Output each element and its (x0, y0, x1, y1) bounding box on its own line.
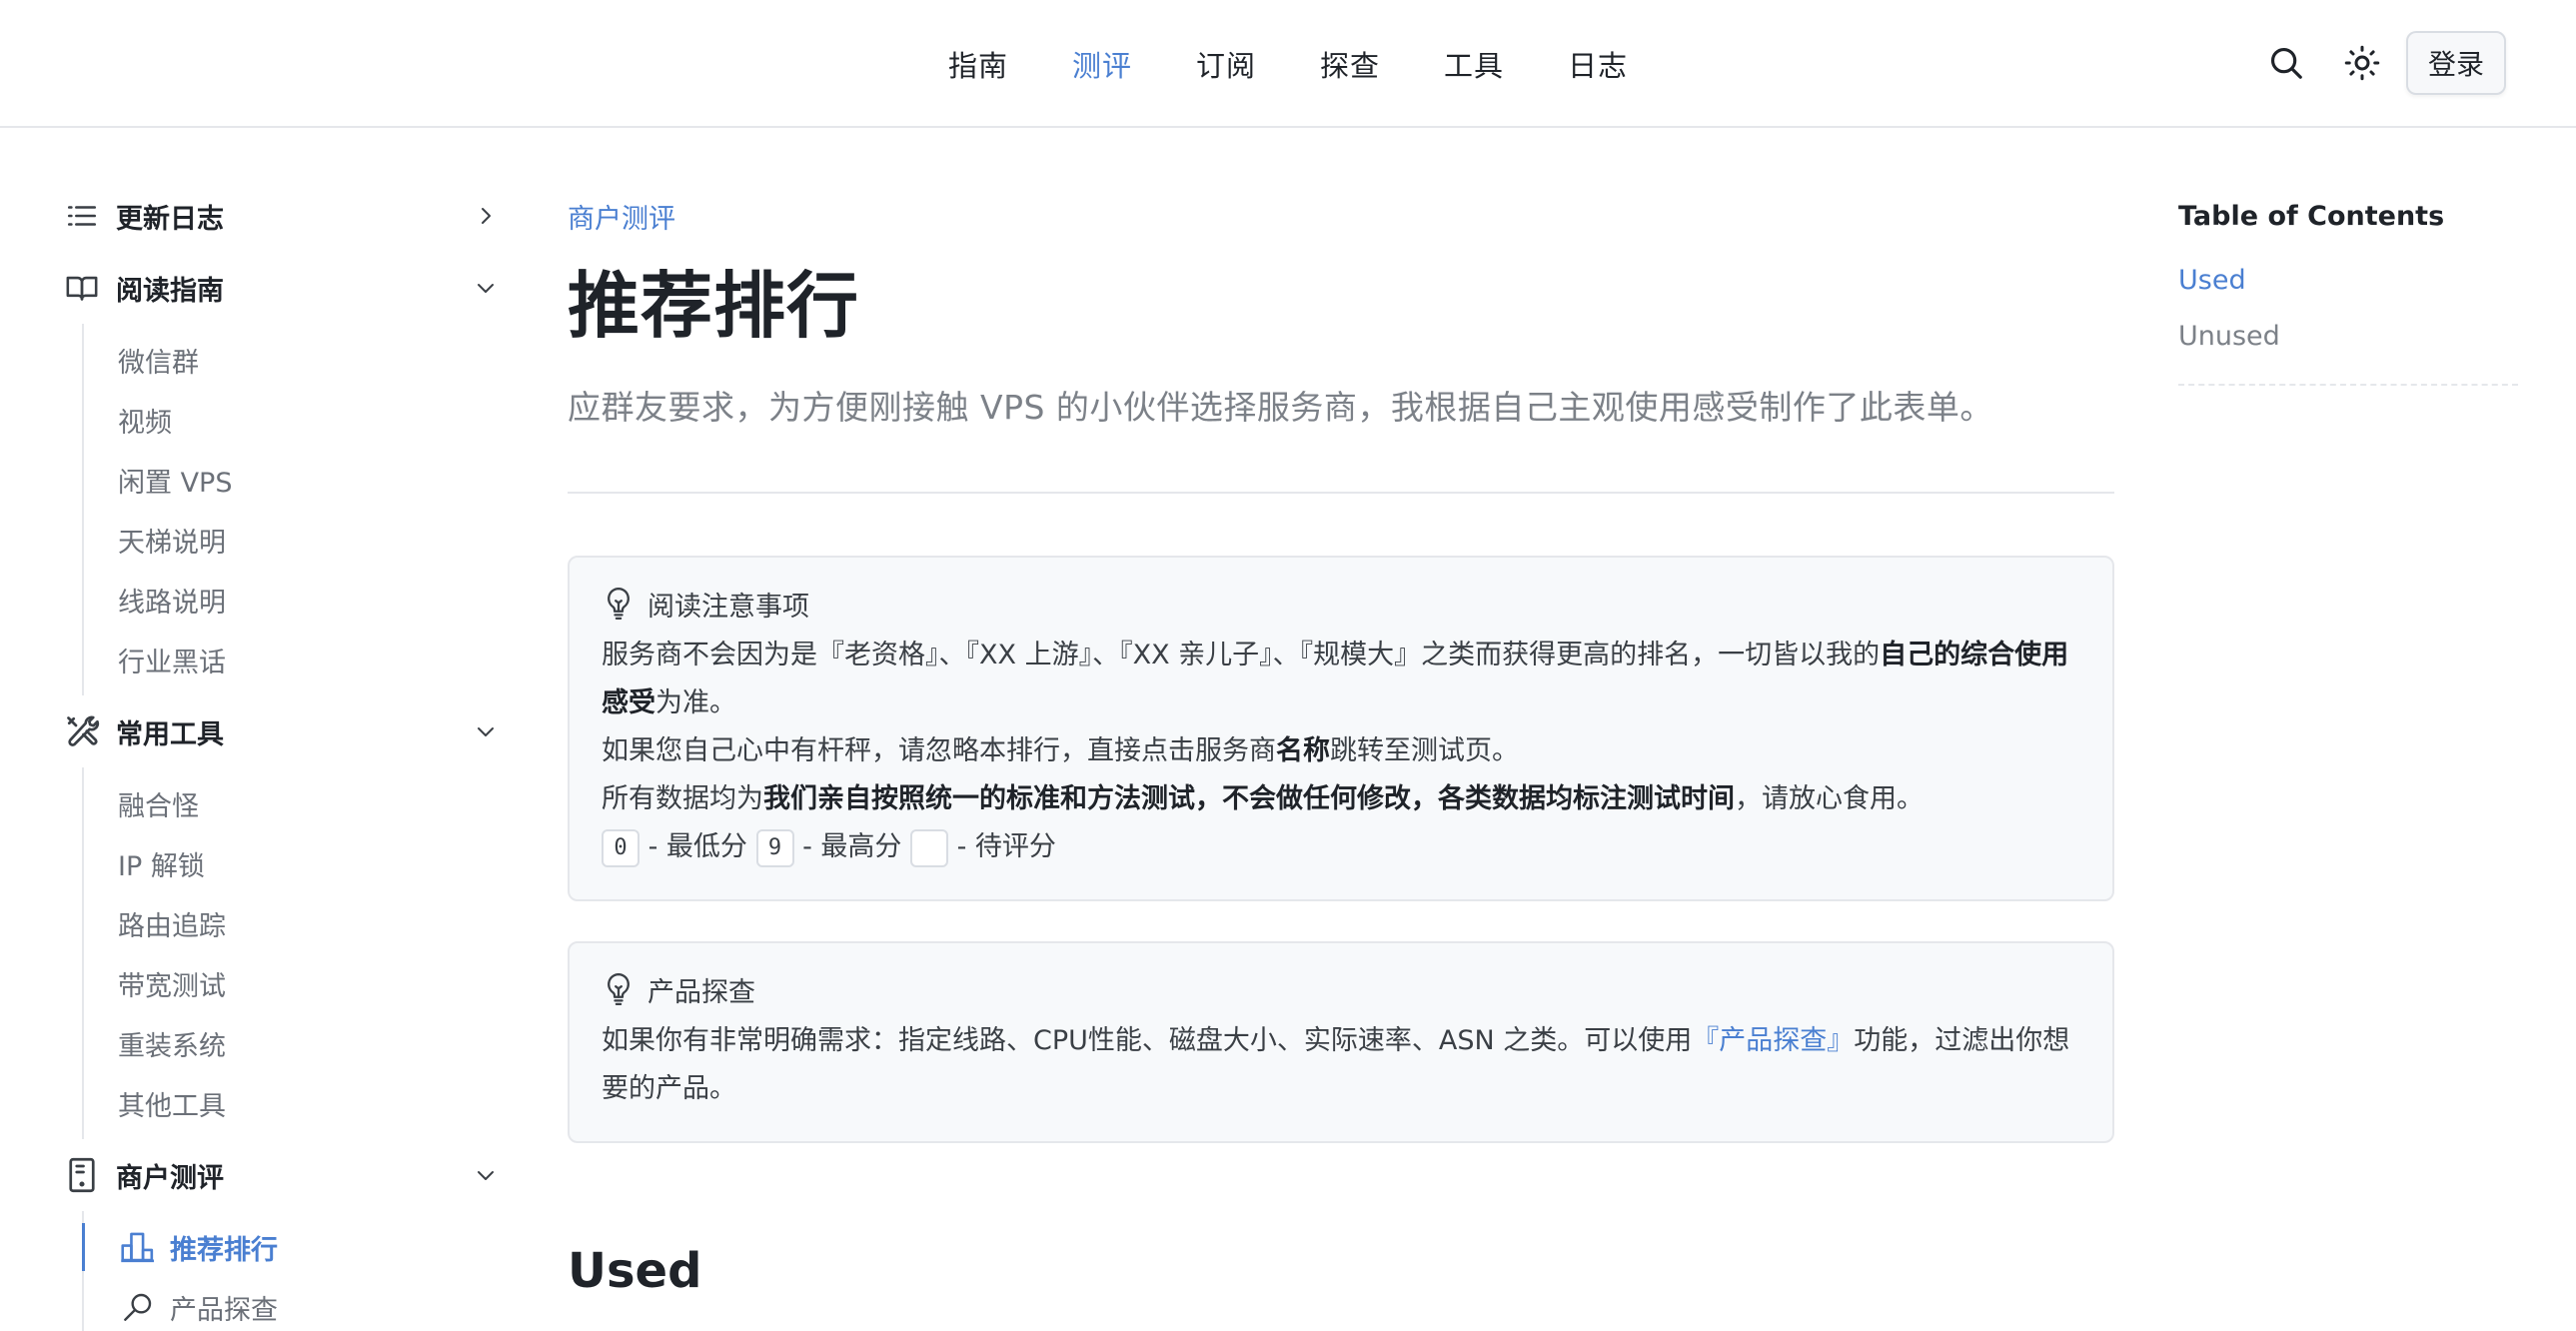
toc-divider (2178, 384, 2518, 386)
divider (568, 492, 2114, 494)
magnifier-icon (118, 1287, 158, 1327)
sidebar-section-label: 商户测评 (116, 1162, 224, 1194)
text-run: 为准。 (655, 687, 736, 718)
sidebar-item-idle-vps[interactable]: 闲置 VPS (84, 450, 502, 510)
callout-paragraph: 如果你有非常明确需求：指定线路、CPU性能、磁盘大小、实际速率、ASN 之类。可… (602, 1017, 2080, 1113)
sidebar-item-reinstall[interactable]: 重装系统 (84, 1013, 502, 1073)
callout-paragraph: 所有数据均为我们亲自按照统一的标准和方法测试，不会做任何修改，各类数据均标注测试… (602, 775, 2080, 823)
text-run: 如果你有非常明确需求：指定线路、CPU性能、磁盘大小、实际速率、ASN 之类。可… (602, 1025, 1693, 1056)
callout-title: 阅读注意事项 (602, 584, 2080, 624)
text-run: 如果您自己心中有杆秤，请忽略本排行，直接点击服务商 (602, 735, 1276, 766)
server-icon (62, 1155, 102, 1195)
callout-paragraph: 如果您自己心中有杆秤，请忽略本排行，直接点击服务商名称跳转至测试页。 (602, 727, 2080, 775)
breadcrumb[interactable]: 商户测评 (568, 180, 2114, 252)
sidebar-item-other-tools[interactable]: 其他工具 (84, 1073, 502, 1133)
tools-icon (62, 711, 102, 751)
toc-item-used[interactable]: Used (2178, 252, 2518, 308)
login-button[interactable]: 登录 (2405, 31, 2506, 95)
list-icon (62, 196, 102, 236)
sidebar-item-ip-unlock[interactable]: IP 解锁 (84, 833, 502, 893)
chevron-down-icon[interactable] (470, 272, 502, 304)
chevron-down-icon[interactable] (470, 1159, 502, 1191)
score-min-label: - 最低分 (640, 831, 756, 862)
callout-title-text: 阅读注意事项 (647, 591, 809, 623)
callout-title: 产品探查 (602, 969, 2080, 1009)
text-run: ，请放心食用。 (1735, 783, 1924, 814)
sidebar-item-fusion[interactable]: 融合怪 (84, 773, 502, 833)
lightbulb-icon (602, 585, 636, 623)
main-nav: 指南 测评 订阅 探查 工具 日志 (0, 0, 2576, 128)
nav-item-tools[interactable]: 工具 (1444, 43, 1504, 85)
score-pending-badge (910, 828, 948, 867)
text-run: 所有数据均为 (602, 783, 763, 814)
callout-title-text: 产品探查 (647, 976, 755, 1008)
score-pending-label: - 待评分 (948, 831, 1056, 862)
sidebar-item-jargon[interactable]: 行业黑话 (84, 630, 502, 689)
sidebar-item-label: 推荐排行 (170, 1234, 278, 1266)
nav-item-explore[interactable]: 探查 (1320, 43, 1380, 85)
main-content: 商户测评 推荐排行 应群友要求，为方便刚接触 VPS 的小伙伴选择服务商，我根据… (568, 180, 2114, 1303)
score-legend: 0 - 最低分 9 - 最高分 - 待评分 (602, 823, 2080, 871)
sidebar-section-changelog[interactable]: 更新日志 (62, 180, 502, 252)
score-min-badge: 0 (602, 828, 640, 867)
header-tools: 登录 (2254, 31, 2506, 95)
page-title: 推荐排行 (568, 264, 860, 348)
lightbulb-icon (602, 970, 636, 1008)
book-icon (62, 268, 102, 308)
chevron-right-icon[interactable] (470, 200, 502, 232)
score-max-label: - 最高分 (793, 831, 910, 862)
sidebar-item-bandwidth[interactable]: 带宽测试 (84, 953, 502, 1013)
sidebar-section-merchant-review[interactable]: 商户测评 (62, 1139, 502, 1211)
sidebar-sublist-tools: 融合怪 IP 解锁 路由追踪 带宽测试 重装系统 其他工具 (82, 767, 502, 1139)
score-max-badge: 9 (755, 828, 794, 867)
nav-item-log[interactable]: 日志 (1568, 43, 1628, 85)
sidebar-section-tools[interactable]: 常用工具 (62, 695, 502, 767)
sidebar-item-product-explore[interactable]: 产品探查 (84, 1277, 502, 1331)
text-run: 跳转至测试页。 (1330, 735, 1519, 766)
product-explore-link[interactable]: 『产品探查』 (1692, 1025, 1854, 1056)
sidebar-item-video[interactable]: 视频 (84, 390, 502, 450)
text-bold: 我们亲自按照统一的标准和方法测试，不会做任何修改，各类数据均标注测试时间 (763, 783, 1735, 814)
sidebar-item-wechat-group[interactable]: 微信群 (84, 330, 502, 390)
page-lead: 应群友要求，为方便刚接触 VPS 的小伙伴选择服务商，我根据自己主观使用感受制作… (568, 388, 1993, 427)
search-icon[interactable] (2254, 31, 2318, 95)
sun-icon[interactable] (2330, 31, 2394, 95)
ranking-icon (118, 1227, 158, 1267)
sidebar-sublist-merchant-review: 推荐排行 产品探查 (82, 1211, 502, 1331)
top-header: 指南 测评 订阅 探查 工具 日志 登录 (0, 0, 2576, 128)
callout-paragraph: 服务商不会因为是『老资格』、『XX 上游』、『XX 亲儿子』、『规模大』之类而获… (602, 632, 2080, 727)
nav-item-subscribe[interactable]: 订阅 (1196, 43, 1256, 85)
sidebar-item-recommend-ranking[interactable]: 推荐排行 (82, 1217, 502, 1277)
section-heading-used: Used (568, 1243, 702, 1299)
sidebar-section-label: 阅读指南 (116, 275, 224, 307)
sidebar: 更新日志 阅读指南 微信群 视频 闲置 VPS 天梯说明 线路说明 行业黑话 常… (62, 180, 502, 1331)
callout-product-explore: 产品探查 如果你有非常明确需求：指定线路、CPU性能、磁盘大小、实际速率、ASN… (568, 941, 2114, 1143)
table-of-contents: Table of Contents Used Unused (2178, 180, 2518, 386)
callout-reading-notes: 阅读注意事项 服务商不会因为是『老资格』、『XX 上游』、『XX 亲儿子』、『规… (568, 556, 2114, 901)
sidebar-item-label: 产品探查 (170, 1294, 278, 1326)
sidebar-section-label: 常用工具 (116, 718, 224, 750)
nav-item-review[interactable]: 测评 (1072, 43, 1132, 85)
sidebar-item-ladder-notes[interactable]: 天梯说明 (84, 510, 502, 570)
text-run: 服务商不会因为是『老资格』、『XX 上游』、『XX 亲儿子』、『规模大』之类而获… (602, 640, 1881, 670)
toc-item-unused[interactable]: Unused (2178, 308, 2518, 364)
sidebar-item-traceroute[interactable]: 路由追踪 (84, 893, 502, 953)
nav-item-guide[interactable]: 指南 (948, 43, 1008, 85)
sidebar-section-label: 更新日志 (116, 203, 224, 235)
sidebar-item-route-notes[interactable]: 线路说明 (84, 570, 502, 630)
text-bold: 名称 (1276, 735, 1330, 766)
sidebar-section-guide[interactable]: 阅读指南 (62, 252, 502, 324)
sidebar-sublist-guide: 微信群 视频 闲置 VPS 天梯说明 线路说明 行业黑话 (82, 324, 502, 695)
chevron-down-icon[interactable] (470, 715, 502, 747)
toc-title: Table of Contents (2178, 200, 2445, 232)
